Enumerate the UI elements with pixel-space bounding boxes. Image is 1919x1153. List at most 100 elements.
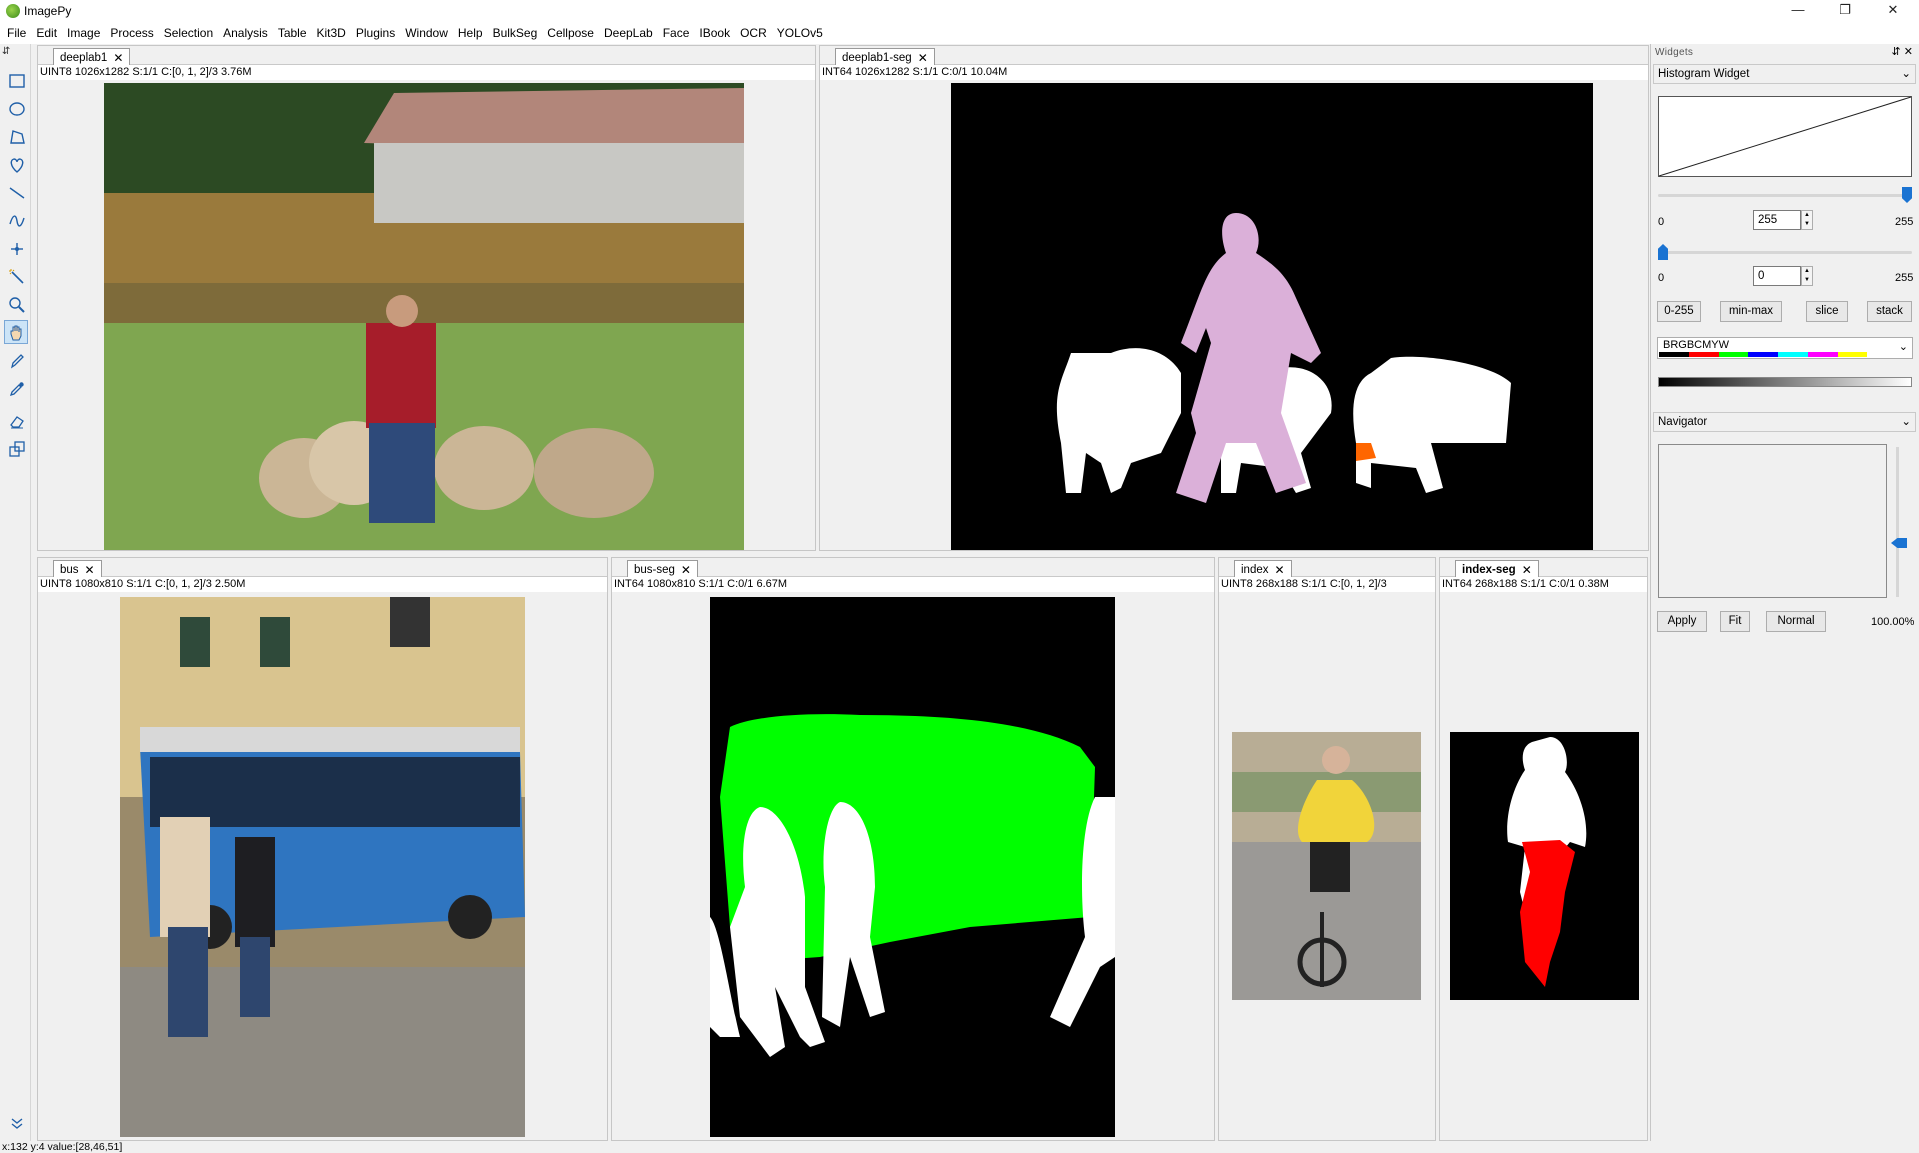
panel-tab-row: deeplab1 ✕: [38, 46, 815, 66]
high-slider-track[interactable]: [1658, 194, 1912, 197]
segmentation-mask: [710, 597, 1115, 1137]
color-picker-tool[interactable]: [4, 376, 28, 400]
magic-wand-icon: [9, 269, 24, 284]
image-canvas-cyclist-seg[interactable]: [1450, 732, 1639, 1000]
high-value-input[interactable]: 255: [1753, 210, 1801, 230]
tab-close-icon[interactable]: ✕: [1522, 563, 1532, 577]
tab-deeplab1[interactable]: deeplab1 ✕: [53, 48, 131, 66]
colormap-select[interactable]: BRGBCMYW ⌄: [1657, 337, 1913, 359]
menu-yolov5[interactable]: YOLOv5: [772, 26, 828, 40]
normal-button[interactable]: Normal: [1766, 611, 1826, 632]
colormap-swatch: [1778, 352, 1808, 357]
menu-image[interactable]: Image: [62, 26, 105, 40]
menu-ibook[interactable]: IBook: [694, 26, 735, 40]
tab-close-icon[interactable]: ✕: [918, 51, 928, 65]
line-tool[interactable]: [4, 180, 28, 204]
menu-table[interactable]: Table: [273, 26, 312, 40]
freehand-tool[interactable]: [4, 152, 28, 176]
polygon-tool[interactable]: [4, 124, 28, 148]
range-0-255-button[interactable]: 0-255: [1657, 301, 1701, 322]
image-canvas-sheep[interactable]: [104, 83, 744, 550]
menu-window[interactable]: Window: [400, 26, 453, 40]
menu-bar: File Edit Image Process Selection Analys…: [0, 22, 1919, 44]
menu-ocr[interactable]: OCR: [735, 26, 772, 40]
menu-deeplab[interactable]: DeepLab: [599, 26, 658, 40]
image-info: UINT8 1026x1282 S:1/1 C:[0, 1, 2]/3 3.76…: [38, 65, 815, 80]
image-info: UINT8 268x188 S:1/1 C:[0, 1, 2]/3: [1219, 577, 1435, 592]
image-panel-bus-seg: bus-seg ✕ INT64 1080x810 S:1/1 C:0/1 6.6…: [611, 557, 1215, 1141]
menu-file[interactable]: File: [2, 26, 31, 40]
shape-tool[interactable]: [4, 436, 28, 460]
window-title: ImagePy: [24, 4, 72, 18]
image-canvas-sheep-seg[interactable]: [951, 83, 1593, 550]
menu-face[interactable]: Face: [658, 26, 695, 40]
double-chevron-down-icon: [11, 1118, 23, 1129]
image-canvas-bus[interactable]: [120, 597, 525, 1137]
widgets-pin-close-icon[interactable]: ⇵ ✕: [1892, 45, 1914, 58]
menu-selection[interactable]: Selection: [159, 26, 218, 40]
chevron-down-icon: ⌄: [1901, 68, 1911, 80]
histogram-widget-header[interactable]: Histogram Widget ⌄: [1653, 64, 1916, 84]
maximize-button[interactable]: ❐: [1822, 0, 1868, 22]
range-slice-button[interactable]: slice: [1806, 301, 1848, 322]
tab-close-icon[interactable]: ✕: [1275, 563, 1285, 577]
point-tool[interactable]: [4, 236, 28, 260]
menu-analysis[interactable]: Analysis: [218, 26, 273, 40]
tab-bus-seg[interactable]: bus-seg ✕: [627, 560, 698, 578]
colormap-strip: [1659, 352, 1897, 357]
colormap-swatch: [1748, 352, 1778, 357]
fit-button[interactable]: Fit: [1720, 611, 1750, 632]
panel-tab-row: index ✕: [1219, 558, 1435, 578]
tab-index-seg[interactable]: index-seg ✕: [1455, 560, 1539, 578]
apply-button[interactable]: Apply: [1657, 611, 1707, 632]
range-stack-button[interactable]: stack: [1867, 301, 1912, 322]
high-spin-arrows-icon[interactable]: ▲ ▼: [1801, 210, 1813, 230]
curve-tool[interactable]: [4, 208, 28, 232]
widgets-panel: Widgets ⇵ ✕ Histogram Widget ⌄ 0 255 ▲ ▼ …: [1650, 44, 1919, 1141]
low-spin-arrows-icon[interactable]: ▲ ▼: [1801, 266, 1813, 286]
menu-bulkseg[interactable]: BulkSeg: [488, 26, 543, 40]
colormap-swatch: [1867, 352, 1897, 357]
status-bar: x:132 y:4 value:[28,46,51]: [0, 1141, 1919, 1153]
eraser-tool[interactable]: [4, 408, 28, 432]
image-canvas-bus-seg[interactable]: [710, 597, 1115, 1137]
segmentation-mask: [951, 83, 1593, 550]
tab-deeplab1-seg[interactable]: deeplab1-seg ✕: [835, 48, 935, 66]
range-min-max-button[interactable]: min-max: [1720, 301, 1782, 322]
tab-close-icon[interactable]: ✕: [113, 51, 123, 65]
menu-help[interactable]: Help: [453, 26, 488, 40]
pen-tool[interactable]: [4, 348, 28, 372]
menu-plugins[interactable]: Plugins: [351, 26, 400, 40]
low-max-label: 255: [1895, 272, 1914, 284]
menu-edit[interactable]: Edit: [31, 26, 62, 40]
hand-tool[interactable]: [4, 320, 28, 344]
low-value-input[interactable]: 0: [1753, 266, 1801, 286]
navigator-header[interactable]: Navigator ⌄: [1653, 412, 1916, 432]
minimize-button[interactable]: —: [1775, 0, 1821, 22]
tab-index[interactable]: index ✕: [1234, 560, 1292, 578]
magnifier-icon: [9, 297, 25, 313]
tab-close-icon[interactable]: ✕: [85, 563, 95, 577]
segmentation-mask: [1450, 732, 1639, 1000]
point-icon: [11, 243, 23, 255]
ellipse-tool[interactable]: [4, 96, 28, 120]
image-canvas-cyclist[interactable]: [1232, 732, 1421, 1000]
tab-bus[interactable]: bus ✕: [53, 560, 102, 578]
more-tools-button[interactable]: [4, 1110, 28, 1134]
magic-wand-tool[interactable]: [4, 264, 28, 288]
toolbar-grip-icon[interactable]: ⇵: [2, 46, 10, 57]
low-slider-thumb[interactable]: [1658, 244, 1668, 260]
menu-kit3d[interactable]: Kit3D: [312, 26, 351, 40]
high-slider-thumb[interactable]: [1902, 187, 1912, 203]
eraser-icon: [10, 416, 24, 429]
navigator-preview[interactable]: [1658, 444, 1887, 598]
rectangle-tool[interactable]: [4, 68, 28, 92]
low-slider-track[interactable]: [1658, 251, 1912, 254]
navigator-zoom-thumb[interactable]: [1891, 538, 1907, 548]
navigator-zoom-track[interactable]: [1896, 447, 1899, 597]
close-button[interactable]: ✕: [1870, 0, 1916, 22]
zoom-tool[interactable]: [4, 292, 28, 316]
tab-close-icon[interactable]: ✕: [681, 563, 691, 577]
menu-cellpose[interactable]: Cellpose: [542, 26, 599, 40]
menu-process[interactable]: Process: [105, 26, 158, 40]
